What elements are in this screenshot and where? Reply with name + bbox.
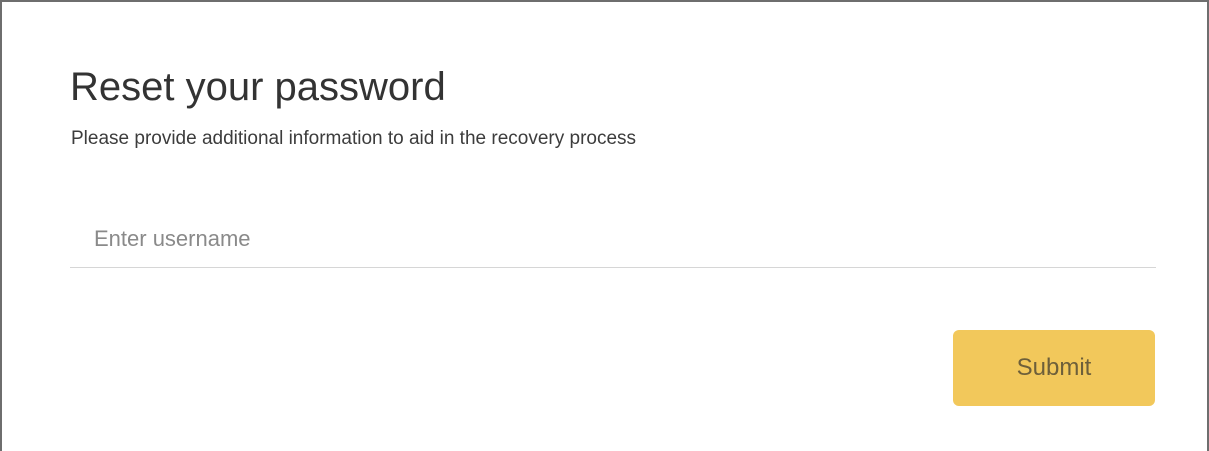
submit-button[interactable]: Submit — [953, 330, 1155, 406]
page-subtitle: Please provide additional information to… — [71, 128, 637, 149]
page-title: Reset your password — [70, 65, 446, 109]
username-input[interactable] — [70, 210, 1156, 268]
reset-password-panel: Reset your password Please provide addit… — [0, 0, 1209, 451]
